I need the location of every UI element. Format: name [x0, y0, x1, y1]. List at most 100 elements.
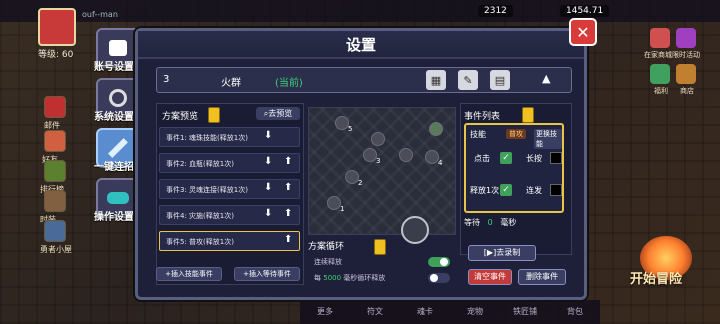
combo-settings-label: 一键连招 [94, 162, 134, 173]
bottom-item[interactable]: 背包 [550, 300, 600, 324]
event-row[interactable]: 事件2: 血瓶(释放1次) ⬇ ⬆ [159, 153, 300, 173]
archive-icon[interactable]: ▦ [426, 70, 446, 90]
gear-icon [109, 89, 127, 107]
record-button[interactable]: [▶]去录制 [468, 245, 536, 261]
wait-row: 等待 0 毫秒 [464, 217, 516, 228]
insert-skill-event-button[interactable]: +插入技能事件 [156, 267, 222, 281]
store-icon[interactable] [676, 64, 696, 84]
close-icon[interactable]: ✕ [569, 18, 597, 46]
right-icon-label: 商店 [680, 87, 694, 95]
move-down-icon[interactable]: ⬇ [264, 208, 272, 219]
move-up-icon[interactable]: ⬆ [284, 182, 292, 193]
interval-toggle[interactable] [428, 273, 450, 283]
move-down-icon[interactable]: ⬇ [264, 130, 272, 141]
move-down-icon[interactable]: ⬇ [264, 156, 272, 167]
combo-label: 连发 [526, 186, 542, 195]
gamepad-icon [107, 192, 129, 204]
plan-name: 火群 [221, 78, 241, 89]
insert-wait-event-button[interactable]: +插入等待事件 [234, 267, 300, 281]
bottom-item[interactable]: 符文 [350, 300, 400, 324]
node-number: 1 [340, 205, 345, 213]
node-number: 3 [376, 157, 381, 165]
plan-number: 3 [163, 74, 170, 85]
event-label: 事件5: 普攻(释放1次) [166, 238, 234, 246]
event-row[interactable]: 事件3: 灵魂连接(释放1次) ⬇ ⬆ [159, 179, 300, 199]
lock-icon[interactable] [522, 107, 534, 123]
insert-wait-event-label: 插入等待事件 [248, 270, 291, 278]
bottom-item[interactable]: 魂卡 [400, 300, 450, 324]
move-up-icon[interactable]: ⬆ [284, 208, 292, 219]
event-row[interactable]: 事件4: 灾施(释放1次) ⬇ ⬆ [159, 205, 300, 225]
continuous-toggle[interactable] [428, 257, 450, 267]
avatar[interactable] [38, 8, 76, 46]
release-once-checkbox[interactable]: ✓ [500, 184, 512, 196]
map-node[interactable]: 3 [363, 148, 381, 165]
backpack-icon[interactable] [44, 160, 66, 182]
release-once-label: 释放1次 [470, 186, 500, 195]
click-checkbox[interactable]: ✓ [500, 152, 512, 164]
plan-loop-panel: 方案循环 连续释放 每 5000 毫秒循环释放 [308, 239, 456, 289]
insert-skill-event-label: 插入技能事件 [170, 270, 213, 278]
rank-icon[interactable] [44, 190, 66, 212]
bottom-item[interactable]: 铁匠铺 [500, 300, 550, 324]
clear-events-button[interactable]: 清空事件 [468, 269, 512, 285]
combo-checkbox[interactable] [550, 184, 562, 196]
welfare-icon[interactable] [650, 64, 670, 84]
clipboard-icon[interactable]: ▤ [490, 70, 510, 90]
node-number: 2 [358, 179, 363, 187]
map-node[interactable]: 5 [335, 116, 352, 133]
player-level: 等级: 60 [38, 50, 74, 60]
map-node[interactable] [371, 132, 385, 146]
bottom-item[interactable]: 更多 [300, 300, 350, 324]
every-prefix: 每 [314, 274, 321, 282]
account-settings-label: 账号设置 [94, 62, 134, 73]
map-node[interactable]: 4 [425, 150, 443, 167]
event-label: 事件4: 灾施(释放1次) [166, 212, 234, 220]
wait-unit: 毫秒 [500, 218, 517, 227]
edit-icon[interactable]: ✎ [458, 70, 478, 90]
map-node[interactable]: 1 [327, 196, 345, 213]
map-node[interactable]: 2 [345, 170, 363, 187]
map-node[interactable] [399, 148, 413, 162]
long-press-checkbox[interactable] [550, 152, 562, 164]
current-plan-label: (当前) [275, 78, 303, 89]
modal-title: 设置 [138, 31, 584, 59]
right-icon-label: 在家商城 [644, 51, 672, 59]
event-detail: 技能 普攻 更换技能 点击 ✓ 长按 释放1次 ✓ 连发 [464, 123, 564, 213]
plan-preview-title: 方案预览 [162, 112, 199, 122]
bottom-item[interactable]: 宠物 [450, 300, 500, 324]
move-up-icon[interactable]: ⬆ [284, 234, 292, 245]
event-label: 事件3: 灵魂连接(释放1次) [166, 186, 248, 194]
start-adventure-button[interactable]: 开始冒险 [630, 268, 682, 287]
mail-icon[interactable] [44, 96, 66, 118]
event-label: 事件2: 血瓶(释放1次) [166, 160, 234, 168]
guild-icon[interactable] [44, 220, 66, 242]
wait-value[interactable]: 0 [488, 218, 493, 227]
event-row[interactable]: 事件1: 魂珠技能(释放1次) ⬇ [159, 127, 300, 147]
game-screen: ouf--man 2312 1454.71 等级: 60 邮件 好友 排行榜 时… [0, 0, 720, 324]
shop-icon[interactable] [650, 28, 670, 48]
go-preview-button[interactable]: ⌕去预览 [256, 107, 300, 120]
left-icon-label: 勇者小屋 [40, 245, 72, 254]
friends-icon[interactable] [44, 130, 66, 152]
collapse-icon[interactable]: ▲ [542, 72, 550, 85]
system-settings-label: 系统设置 [94, 112, 134, 123]
map-node[interactable] [429, 122, 443, 136]
continuous-label: 连续释放 [314, 258, 342, 266]
move-down-icon[interactable]: ⬇ [264, 182, 272, 193]
change-skill-button[interactable]: 更换技能 [534, 129, 562, 149]
right-icon-label: 福利 [654, 87, 668, 95]
skill-map: 5 3 2 4 1 [308, 107, 456, 244]
move-up-icon[interactable]: ⬆ [284, 156, 292, 167]
event-row-selected[interactable]: 事件5: 普攻(释放1次) ⬆ [159, 231, 300, 251]
skill-value: 普攻 [506, 129, 526, 139]
skill-label: 技能 [470, 130, 486, 139]
node-number: 4 [438, 159, 443, 167]
lock-icon[interactable] [208, 107, 220, 123]
event-icon[interactable] [676, 28, 696, 48]
interval-value[interactable]: 5000 [323, 274, 341, 282]
delete-event-button[interactable]: 删除事件 [518, 269, 566, 285]
lock-icon[interactable] [374, 239, 386, 255]
control-settings-label: 操作设置 [94, 212, 134, 223]
loop-title: 方案循环 [308, 242, 345, 252]
